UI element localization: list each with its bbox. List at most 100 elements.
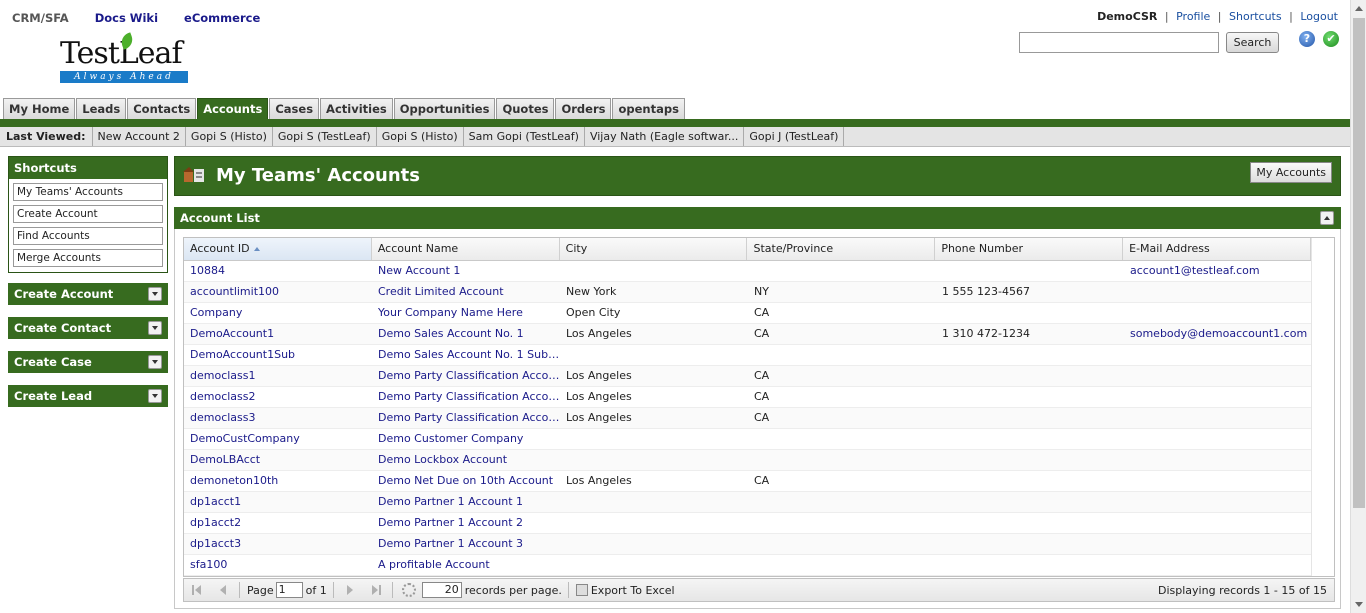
next-page-icon[interactable]: [345, 585, 355, 595]
last-viewed-item[interactable]: New Account 2: [93, 127, 186, 146]
tab-my-home[interactable]: My Home: [3, 98, 76, 120]
account-name-link[interactable]: Demo Net Due on 10th Account: [372, 471, 560, 491]
table-row[interactable]: accountlimit100 Credit Limited Account New…: [184, 282, 1334, 303]
last-page-icon[interactable]: [371, 585, 381, 595]
email-link[interactable]: somebody@demoaccount1.com: [1124, 324, 1312, 344]
shortcut-my-teams-accounts[interactable]: My Teams' Accounts: [13, 183, 163, 201]
search-input[interactable]: [1019, 32, 1219, 53]
my-accounts-button[interactable]: My Accounts: [1250, 162, 1332, 183]
account-name-link[interactable]: Demo Party Classification Accou...: [372, 408, 560, 428]
expand-icon[interactable]: [148, 321, 162, 335]
last-viewed-item[interactable]: Gopi J (TestLeaf): [744, 127, 845, 146]
table-row[interactable]: Company Your Company Name Here Open City CA: [184, 303, 1334, 324]
export-to-excel-button[interactable]: Export To Excel: [591, 584, 675, 597]
tab-opportunities[interactable]: Opportunities: [393, 98, 496, 120]
account-id-link[interactable]: accountlimit100: [184, 282, 372, 302]
crm-sfa-link[interactable]: CRM/SFA: [12, 11, 69, 25]
scroll-down-icon[interactable]: [1355, 602, 1363, 607]
expand-icon[interactable]: [148, 287, 162, 301]
table-row[interactable]: DemoAccount1 Demo Sales Account No. 1 Los …: [184, 324, 1334, 345]
table-row[interactable]: democlass3 Demo Party Classification Acco…: [184, 408, 1334, 429]
create-account-panel[interactable]: Create Account: [8, 283, 168, 305]
account-id-link[interactable]: 10884: [184, 261, 372, 281]
account-id-link[interactable]: democlass2: [184, 387, 372, 407]
column-header-account-id[interactable]: Account ID: [184, 238, 372, 260]
expand-icon[interactable]: [148, 355, 162, 369]
scroll-thumb[interactable]: [1353, 18, 1365, 508]
account-name-link[interactable]: Demo Sales Account No. 1: [372, 324, 560, 344]
account-id-link[interactable]: democlass1: [184, 366, 372, 386]
page-scrollbar[interactable]: [1350, 0, 1366, 613]
table-row[interactable]: democlass2 Demo Party Classification Acco…: [184, 387, 1334, 408]
scroll-up-icon[interactable]: [1355, 6, 1363, 11]
account-id-link[interactable]: DemoLBAcct: [184, 450, 372, 470]
column-header-account-name[interactable]: Account Name: [372, 238, 560, 260]
column-header-city[interactable]: City: [560, 238, 748, 260]
shortcut-merge-accounts[interactable]: Merge Accounts: [13, 249, 163, 267]
last-viewed-item[interactable]: Vijay Nath (Eagle softwar...: [585, 127, 745, 146]
table-row[interactable]: sfa100 A profitable Account: [184, 555, 1334, 576]
account-id-link[interactable]: DemoAccount1: [184, 324, 372, 344]
logout-link[interactable]: Logout: [1300, 10, 1338, 23]
table-row[interactable]: 10884 New Account 1 account1@testleaf.com: [184, 261, 1334, 282]
account-id-link[interactable]: dp1acct3: [184, 534, 372, 554]
account-name-link[interactable]: Demo Sales Account No. 1 Subsi...: [372, 345, 560, 365]
last-viewed-item[interactable]: Sam Gopi (TestLeaf): [464, 127, 585, 146]
shortcuts-link[interactable]: Shortcuts: [1229, 10, 1282, 23]
shortcut-create-account[interactable]: Create Account: [13, 205, 163, 223]
last-viewed-item[interactable]: Gopi S (TestLeaf): [273, 127, 377, 146]
account-id-link[interactable]: demoneton10th: [184, 471, 372, 491]
last-viewed-item[interactable]: Gopi S (Histo): [186, 127, 273, 146]
tab-activities[interactable]: Activities: [320, 98, 393, 120]
table-row[interactable]: demoneton10th Demo Net Due on 10th Accoun…: [184, 471, 1334, 492]
excel-icon[interactable]: [575, 584, 588, 596]
account-name-link[interactable]: Credit Limited Account: [372, 282, 560, 302]
tab-contacts[interactable]: Contacts: [127, 98, 197, 120]
account-id-link[interactable]: democlass3: [184, 408, 372, 428]
account-id-link[interactable]: DemoAccount1Sub: [184, 345, 372, 365]
grid-scrollbar[interactable]: [1311, 238, 1334, 576]
table-row[interactable]: DemoLBAcct Demo Lockbox Account: [184, 450, 1334, 471]
tab-cases[interactable]: Cases: [269, 98, 320, 120]
create-contact-panel[interactable]: Create Contact: [8, 317, 168, 339]
account-name-link[interactable]: Demo Lockbox Account: [372, 450, 560, 470]
account-name-link[interactable]: Demo Partner 1 Account 2: [372, 513, 560, 533]
column-header-email[interactable]: E-Mail Address: [1123, 238, 1311, 260]
table-row[interactable]: DemoAccount1Sub Demo Sales Account No. 1 …: [184, 345, 1334, 366]
email-link[interactable]: account1@testleaf.com: [1124, 261, 1312, 281]
last-viewed-item[interactable]: Gopi S (Histo): [377, 127, 464, 146]
create-case-panel[interactable]: Create Case: [8, 351, 168, 373]
account-name-link[interactable]: Demo Partner 1 Account 1: [372, 492, 560, 512]
collapse-icon[interactable]: [1320, 211, 1334, 225]
prev-page-icon[interactable]: [218, 585, 228, 595]
column-header-phone[interactable]: Phone Number: [935, 238, 1124, 260]
table-row[interactable]: dp1acct1 Demo Partner 1 Account 1: [184, 492, 1334, 513]
account-name-link[interactable]: Demo Customer Company: [372, 429, 560, 449]
tab-orders[interactable]: Orders: [555, 98, 612, 120]
column-header-state[interactable]: State/Province: [747, 238, 936, 260]
account-id-link[interactable]: Company: [184, 303, 372, 323]
search-button[interactable]: Search: [1226, 32, 1279, 53]
tab-leads[interactable]: Leads: [76, 98, 127, 120]
refresh-icon[interactable]: [401, 583, 416, 597]
docs-wiki-link[interactable]: Docs Wiki: [95, 11, 158, 25]
expand-icon[interactable]: [148, 389, 162, 403]
account-id-link[interactable]: dp1acct2: [184, 513, 372, 533]
tab-opentaps[interactable]: opentaps: [612, 98, 685, 120]
account-name-link[interactable]: Your Company Name Here: [372, 303, 560, 323]
account-name-link[interactable]: Demo Party Classification Accou...: [372, 366, 560, 386]
account-name-link[interactable]: Demo Partner 1 Account 3: [372, 534, 560, 554]
table-row[interactable]: dp1acct2 Demo Partner 1 Account 2: [184, 513, 1334, 534]
account-name-link[interactable]: Demo Party Classification Accou...: [372, 387, 560, 407]
account-name-link[interactable]: A profitable Account: [372, 555, 560, 575]
account-id-link[interactable]: sfa100: [184, 555, 372, 575]
create-lead-panel[interactable]: Create Lead: [8, 385, 168, 407]
account-id-link[interactable]: dp1acct1: [184, 492, 372, 512]
profile-link[interactable]: Profile: [1176, 10, 1210, 23]
tab-accounts[interactable]: Accounts: [197, 98, 269, 120]
records-per-page-input[interactable]: 20: [421, 582, 462, 598]
table-row[interactable]: dp1acct3 Demo Partner 1 Account 3: [184, 534, 1334, 555]
table-row[interactable]: democlass1 Demo Party Classification Acco…: [184, 366, 1334, 387]
ecommerce-link[interactable]: eCommerce: [184, 11, 260, 25]
tab-quotes[interactable]: Quotes: [496, 98, 555, 120]
